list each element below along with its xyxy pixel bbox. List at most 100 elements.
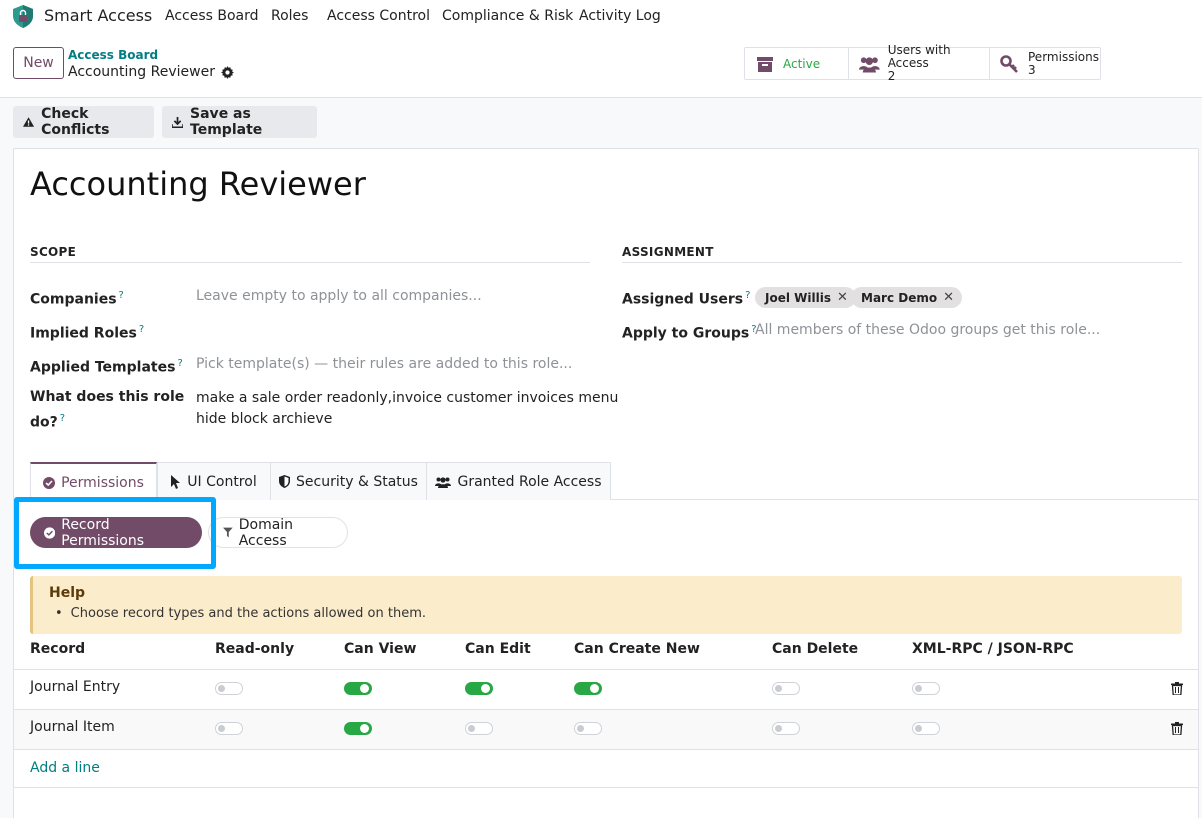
top-navbar: Smart Access Access Board Roles Access C… bbox=[0, 0, 1202, 34]
warning-icon bbox=[23, 117, 35, 127]
user-tag-joel-willis: Joel Willis ✕ bbox=[755, 287, 856, 308]
row-divider bbox=[14, 749, 1198, 750]
breadcrumb-current-label: Accounting Reviewer bbox=[68, 64, 215, 80]
app-logo-icon[interactable] bbox=[11, 4, 35, 29]
active-smart-button[interactable]: Active bbox=[745, 48, 849, 79]
applied-templates-label-text: Applied Templates bbox=[30, 359, 176, 376]
archive-box-icon bbox=[757, 56, 773, 72]
permission-toggle[interactable] bbox=[772, 682, 800, 695]
column-header-can-edit[interactable]: Can Edit bbox=[465, 641, 531, 657]
companies-label: Companies? bbox=[30, 285, 124, 311]
tab-granted-role-access[interactable]: Granted Role Access bbox=[426, 462, 611, 500]
tab-ui-control[interactable]: UI Control bbox=[157, 462, 271, 500]
tab-label: UI Control bbox=[187, 473, 257, 490]
tab-permissions[interactable]: Permissions bbox=[30, 462, 157, 501]
nav-activity-log[interactable]: Activity Log bbox=[579, 8, 661, 24]
permission-toggle[interactable] bbox=[215, 722, 243, 735]
breadcrumb-parent-link[interactable]: Access Board bbox=[68, 48, 158, 62]
action-bar: Check Conflicts Save as Template bbox=[0, 98, 1202, 146]
permission-toggle[interactable] bbox=[574, 722, 602, 735]
tab-security-status[interactable]: Security & Status bbox=[270, 462, 427, 500]
help-alert: Help Choose record types and the actions… bbox=[30, 576, 1182, 634]
record-name-cell[interactable]: Journal Item bbox=[30, 719, 115, 735]
check-circle-icon bbox=[43, 476, 56, 489]
companies-field[interactable]: Leave empty to apply to all companies... bbox=[196, 288, 482, 304]
permissions-text: Permissions 3 bbox=[1028, 49, 1099, 77]
assigned-users-label-text: Assigned Users bbox=[622, 291, 744, 308]
implied-roles-label: Implied Roles? bbox=[30, 319, 144, 345]
table-footer-divider bbox=[14, 787, 1198, 788]
role-description-help-mark[interactable]: ? bbox=[60, 413, 65, 424]
apply-to-groups-field[interactable]: All members of these Odoo groups get thi… bbox=[755, 322, 1100, 338]
assignment-divider bbox=[622, 262, 1182, 263]
new-button[interactable]: New bbox=[13, 47, 64, 79]
add-a-line-link[interactable]: Add a line bbox=[30, 760, 100, 776]
scope-divider bbox=[30, 262, 590, 263]
applied-templates-field[interactable]: Pick template(s) — their rules are added… bbox=[196, 356, 572, 372]
applied-templates-label: Applied Templates? bbox=[30, 353, 183, 379]
save-as-template-button[interactable]: Save as Template bbox=[162, 106, 317, 138]
nav-access-control[interactable]: Access Control bbox=[327, 8, 430, 24]
domain-access-subtab[interactable]: Domain Access bbox=[208, 517, 348, 549]
assigned-users-label: Assigned Users? bbox=[622, 285, 750, 311]
gear-icon[interactable] bbox=[220, 65, 234, 79]
assigned-users-help-mark[interactable]: ? bbox=[745, 290, 750, 301]
column-header-read-only[interactable]: Read-only bbox=[215, 641, 294, 657]
user-tag-marc-demo: Marc Demo ✕ bbox=[851, 287, 963, 308]
permission-toggle[interactable] bbox=[344, 722, 372, 735]
user-tag-label: Joel Willis bbox=[765, 290, 831, 305]
download-icon bbox=[172, 116, 184, 128]
nav-access-board[interactable]: Access Board bbox=[165, 8, 259, 24]
implied-roles-label-text: Implied Roles bbox=[30, 325, 137, 342]
breadcrumb-current: Accounting Reviewer bbox=[68, 64, 234, 80]
table-row[interactable] bbox=[14, 670, 1198, 709]
trash-icon[interactable] bbox=[1171, 682, 1183, 695]
permission-toggle[interactable] bbox=[215, 682, 243, 695]
remove-tag-icon[interactable]: ✕ bbox=[943, 290, 954, 305]
permission-toggle[interactable] bbox=[344, 682, 372, 695]
cursor-icon bbox=[171, 474, 181, 489]
permission-toggle[interactable] bbox=[465, 682, 493, 695]
trash-icon[interactable] bbox=[1171, 722, 1183, 735]
column-header-can-create-new[interactable]: Can Create New bbox=[574, 641, 700, 657]
users-with-access-count: 2 bbox=[887, 69, 896, 83]
column-header-rpc[interactable]: XML-RPC / JSON-RPC bbox=[912, 641, 1074, 657]
role-description-line-2: hide block archieve bbox=[196, 411, 333, 427]
role-description-field[interactable]: make a sale order readonly,invoice custo… bbox=[196, 388, 618, 430]
tab-label: Permissions bbox=[61, 474, 144, 491]
nav-compliance-risk[interactable]: Compliance & Risk bbox=[442, 8, 573, 24]
column-header-can-view[interactable]: Can View bbox=[344, 641, 416, 657]
column-header-can-delete[interactable]: Can Delete bbox=[772, 641, 858, 657]
nav-roles[interactable]: Roles bbox=[271, 8, 308, 24]
applied-templates-help-mark[interactable]: ? bbox=[177, 358, 182, 369]
permissions-label: Permissions bbox=[1028, 49, 1099, 64]
permission-toggle[interactable] bbox=[772, 722, 800, 735]
column-header-record[interactable]: Record bbox=[30, 641, 85, 657]
save-as-template-label: Save as Template bbox=[190, 106, 263, 138]
shield-icon bbox=[279, 475, 291, 488]
record-title[interactable]: Accounting Reviewer bbox=[30, 165, 366, 203]
permissions-smart-button[interactable]: Permissions 3 bbox=[990, 48, 1100, 79]
record-name-cell[interactable]: Journal Entry bbox=[30, 679, 120, 695]
implied-roles-help-mark[interactable]: ? bbox=[139, 324, 144, 335]
companies-help-mark[interactable]: ? bbox=[119, 290, 124, 301]
implied-roles-field[interactable] bbox=[196, 322, 576, 340]
permission-toggle[interactable] bbox=[912, 682, 940, 695]
check-conflicts-label: Check Conflicts bbox=[41, 106, 110, 138]
permissions-count: 3 bbox=[1028, 62, 1036, 77]
apply-to-groups-label-text: Apply to Groups bbox=[622, 325, 750, 342]
companies-label-text: Companies bbox=[30, 291, 117, 308]
remove-tag-icon[interactable]: ✕ bbox=[837, 290, 848, 305]
permission-toggle[interactable] bbox=[912, 722, 940, 735]
app-name[interactable]: Smart Access bbox=[44, 6, 152, 25]
permission-toggle[interactable] bbox=[574, 682, 602, 695]
tab-label: Security & Status bbox=[296, 473, 418, 490]
users-with-access-smart-button[interactable]: Users with Access 2 bbox=[849, 44, 990, 83]
users-icon bbox=[859, 56, 880, 72]
permission-toggle[interactable] bbox=[465, 722, 493, 735]
role-description-label-line-1: What does this role bbox=[30, 389, 185, 405]
check-conflicts-button[interactable]: Check Conflicts bbox=[13, 106, 154, 138]
help-title: Help bbox=[49, 585, 86, 601]
table-row[interactable] bbox=[14, 710, 1198, 749]
filter-icon bbox=[223, 527, 233, 538]
